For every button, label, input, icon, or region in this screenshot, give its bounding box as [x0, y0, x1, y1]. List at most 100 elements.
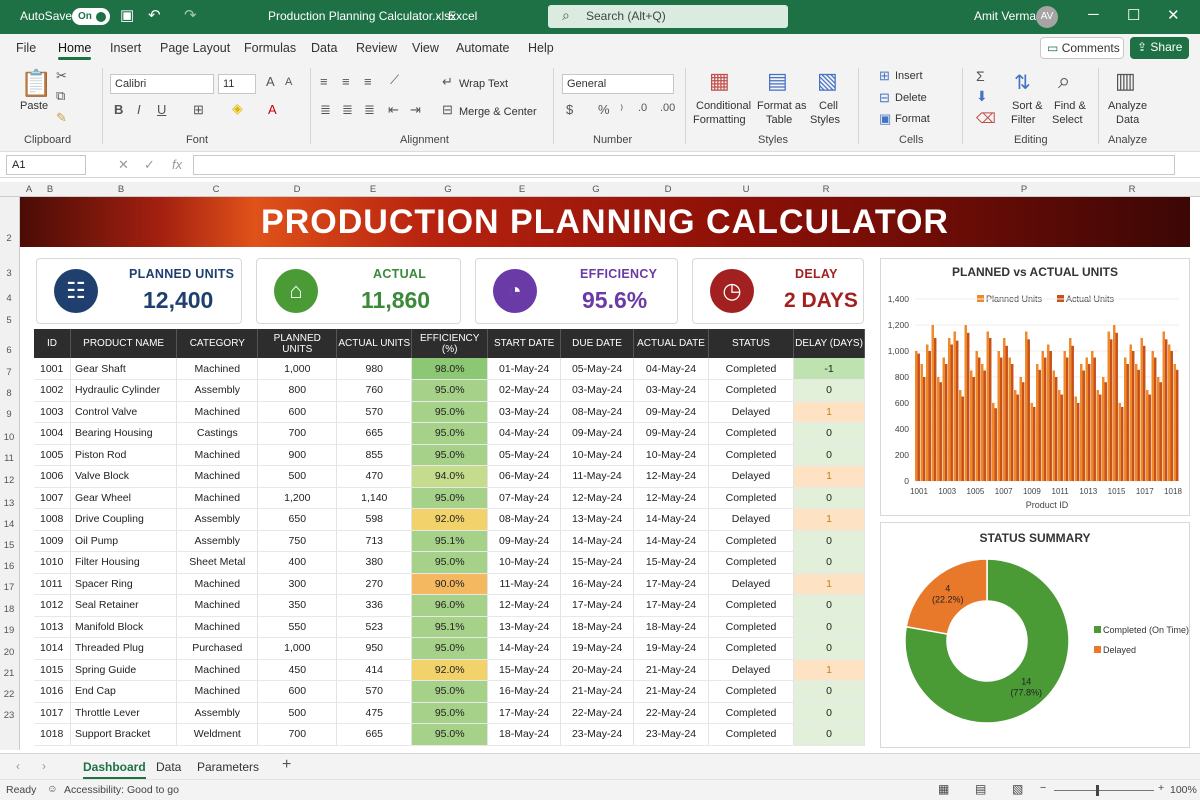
bar[interactable] [1060, 394, 1063, 481]
table-cell[interactable]: 07-May-24 [487, 487, 562, 509]
autosave-toggle[interactable]: On [72, 8, 110, 25]
table-row[interactable]: 1003 Control Valve Machined 600 570 95.0% 03-M… [34, 401, 865, 423]
table-cell[interactable]: 08-May-24 [560, 401, 635, 423]
table-cell[interactable]: 98.0% [411, 358, 489, 380]
table-cell[interactable]: 0 [793, 379, 865, 402]
bold-icon[interactable]: B [114, 102, 123, 117]
paste-label[interactable]: Paste [20, 100, 48, 113]
table-cell[interactable]: 475 [336, 702, 413, 724]
table-cell[interactable]: 550 [257, 616, 338, 638]
table-cell[interactable]: 700 [257, 723, 338, 746]
bar[interactable] [1129, 344, 1132, 482]
menu-file[interactable]: File [16, 41, 36, 55]
bar[interactable] [994, 408, 997, 481]
column-header[interactable]: G [442, 184, 454, 195]
orientation-icon[interactable]: ⟋ [390, 72, 399, 88]
status-accessibility[interactable]: Accessibility: Good to go [64, 784, 179, 796]
table-cell[interactable]: 700 [257, 422, 338, 445]
bar[interactable] [955, 340, 959, 481]
bar[interactable] [1148, 394, 1151, 481]
column-header-cell[interactable]: PLANNED UNITS [257, 329, 338, 358]
avatar[interactable]: AV [1036, 6, 1058, 28]
table-cell[interactable]: Machined [176, 487, 259, 509]
font-name-select[interactable]: Calibri [110, 74, 214, 94]
column-header-cell[interactable]: DUE DATE [560, 329, 635, 358]
zoom-in-icon[interactable]: + [1158, 782, 1164, 794]
table-cell[interactable]: Piston Rod [70, 444, 178, 466]
table-cell[interactable]: Completed [708, 594, 795, 617]
column-header-cell[interactable]: DELAY (DAYS) [793, 329, 865, 358]
insert-cells-icon[interactable]: ⊞ [879, 68, 890, 84]
bar[interactable] [1071, 345, 1074, 481]
table-cell[interactable]: 03-May-24 [633, 379, 709, 402]
fill-color-icon[interactable]: ◈ [232, 100, 243, 117]
wrap-text-icon[interactable]: ↵ [442, 74, 453, 90]
table-cell[interactable]: Machined [176, 616, 259, 638]
table-cell[interactable]: 09-May-24 [633, 401, 709, 423]
table-cell[interactable]: 414 [336, 659, 413, 681]
row-header[interactable]: 7 [0, 367, 18, 378]
table-cell[interactable]: 600 [257, 401, 338, 423]
bar[interactable] [1091, 351, 1094, 481]
search-input[interactable]: ⌕ Search (Alt+Q) [548, 5, 788, 28]
bar[interactable] [1054, 377, 1058, 481]
table-cell[interactable]: 0 [793, 487, 865, 509]
column-header[interactable]: B [44, 184, 56, 195]
table-cell[interactable]: 01-May-24 [487, 358, 562, 380]
bar[interactable] [986, 331, 989, 482]
align-left-icon[interactable]: ≣ [320, 102, 331, 118]
table-cell[interactable]: Drive Coupling [70, 508, 178, 531]
table-cell[interactable]: 650 [257, 508, 338, 531]
table-cell[interactable]: 15-May-24 [560, 551, 635, 574]
table-row[interactable]: 1006 Valve Block Machined 500 470 94.0% 06-May… [34, 465, 865, 488]
menu-insert[interactable]: Insert [110, 41, 141, 55]
bar[interactable] [1065, 357, 1069, 482]
table-cell[interactable]: 980 [336, 358, 413, 380]
bar[interactable] [1118, 403, 1121, 481]
table-cell[interactable]: 1 [793, 465, 865, 488]
normal-view-icon[interactable]: ▦ [938, 782, 949, 796]
table-cell[interactable]: Machined [176, 401, 259, 423]
bar[interactable] [1126, 364, 1129, 481]
bar[interactable] [1032, 406, 1036, 481]
table-cell[interactable]: 95.0% [411, 637, 489, 660]
sheet-tab-data[interactable]: Data [156, 760, 181, 774]
table-cell[interactable]: 350 [257, 594, 338, 617]
bar[interactable] [950, 344, 953, 482]
fill-icon[interactable]: ⬇ [976, 88, 988, 105]
table-cell[interactable]: 10-May-24 [633, 444, 709, 466]
bar[interactable] [1082, 370, 1085, 482]
delete-cells-button[interactable]: Delete [895, 92, 927, 105]
table-cell[interactable]: 1,000 [257, 637, 338, 660]
bar[interactable] [1085, 357, 1088, 482]
table-cell[interactable]: 0 [793, 680, 865, 703]
column-header-cell[interactable]: STATUS [708, 329, 795, 358]
table-row[interactable]: 1010 Filter Housing Sheet Metal 400 380 95.0%… [34, 551, 865, 574]
bar[interactable] [1047, 344, 1050, 482]
row-header[interactable]: 10 [0, 432, 18, 443]
table-cell[interactable]: 09-May-24 [633, 422, 709, 445]
donut-chart-panel[interactable]: STATUS SUMMARY 14 (77.8%) 4 (22.2%) Complete… [880, 522, 1190, 748]
row-header[interactable]: 20 [0, 647, 18, 658]
table-cell[interactable]: 760 [336, 379, 413, 402]
table-cell[interactable]: 20-May-24 [560, 659, 635, 681]
column-header-cell[interactable]: PRODUCT NAME [70, 329, 178, 358]
table-cell[interactable]: 22-May-24 [633, 702, 709, 724]
bar[interactable] [942, 357, 945, 482]
table-cell[interactable]: 15-May-24 [487, 659, 562, 681]
table-cell[interactable]: Filter Housing [70, 551, 178, 574]
bar[interactable] [1052, 370, 1055, 482]
table-row[interactable]: 1018 Support Bracket Weldment 700 665 95.0% 18… [34, 723, 865, 746]
table-cell[interactable]: Completed [708, 551, 795, 574]
table-cell[interactable]: -1 [793, 358, 865, 380]
table-cell[interactable]: 1001 [34, 358, 71, 380]
table-cell[interactable]: 0 [793, 723, 865, 746]
table-cell[interactable]: 470 [336, 465, 413, 488]
table-cell[interactable]: 95.0% [411, 487, 489, 509]
bar[interactable] [992, 403, 995, 481]
table-cell[interactable]: 900 [257, 444, 338, 466]
table-cell[interactable]: 17-May-24 [633, 573, 709, 595]
table-cell[interactable]: Control Valve [70, 401, 178, 423]
table-cell[interactable]: 1002 [34, 379, 71, 402]
table-cell[interactable]: 13-May-24 [487, 616, 562, 638]
